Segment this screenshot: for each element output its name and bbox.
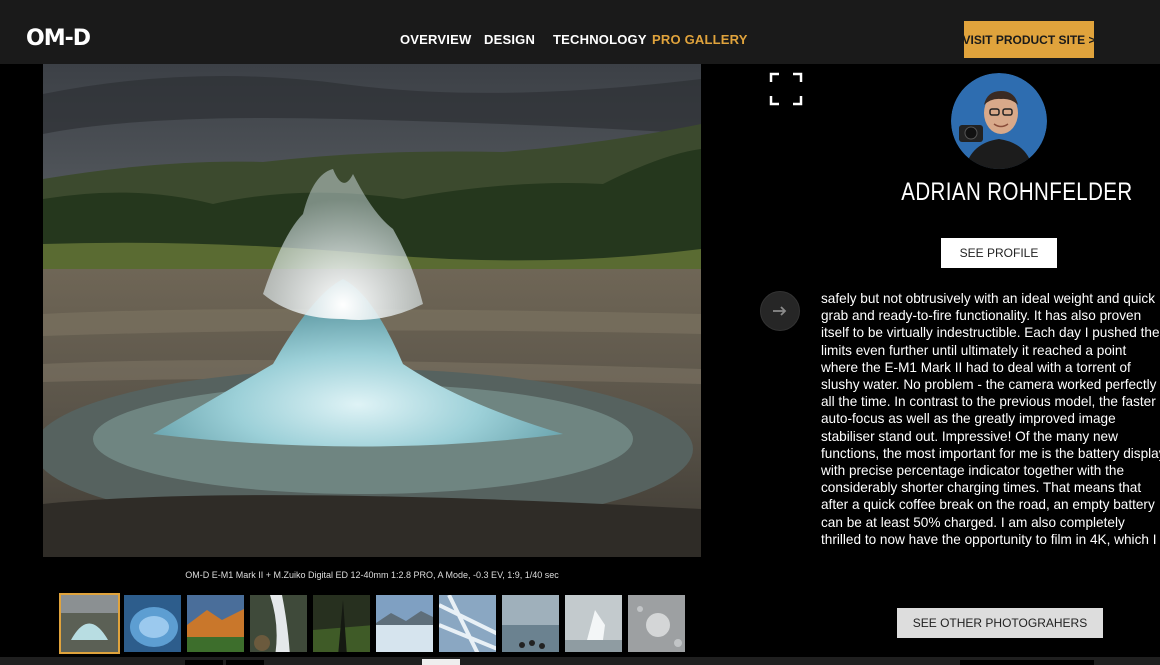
thumbnail[interactable] [437, 593, 498, 654]
top-navigation-bar: OM-D OVERVIEW DESIGN TECHNOLOGY PRO GALL… [0, 0, 1160, 64]
thumbnail[interactable] [248, 593, 309, 654]
nav-overview[interactable]: OVERVIEW [400, 32, 471, 47]
see-other-photographers-button[interactable]: SEE OTHER PHOTOGRAHERS [897, 608, 1103, 638]
main-gallery-photo[interactable] [43, 64, 701, 557]
bottom-tab[interactable] [226, 660, 264, 665]
nav-pro-gallery[interactable]: PRO GALLERY [652, 32, 748, 47]
see-profile-button[interactable]: SEE PROFILE [941, 238, 1057, 268]
photographer-name: ADRIAN ROHNFELDER [901, 178, 1133, 206]
fullscreen-icon[interactable] [769, 72, 803, 106]
arrow-right-icon[interactable] [760, 291, 800, 331]
visit-product-site-button[interactable]: VISIT PRODUCT SITE > [962, 21, 1096, 58]
thumbnail[interactable] [59, 593, 120, 654]
thumbnail[interactable] [563, 593, 624, 654]
thumbnail[interactable] [311, 593, 372, 654]
bottom-tab[interactable] [960, 660, 1094, 665]
bottom-bar [0, 657, 1160, 665]
thumbnail-strip [59, 593, 687, 654]
bottom-indicator [422, 659, 460, 665]
thumbnail[interactable] [500, 593, 561, 654]
geyser-photo [43, 64, 701, 557]
thumbnail[interactable] [122, 593, 183, 654]
avatar [951, 73, 1047, 169]
thumbnail[interactable] [626, 593, 687, 654]
nav-technology[interactable]: TECHNOLOGY [553, 32, 647, 47]
nav-design[interactable]: DESIGN [484, 32, 535, 47]
thumbnail[interactable] [185, 593, 246, 654]
thumbnail[interactable] [374, 593, 435, 654]
bottom-tab[interactable] [185, 660, 223, 665]
photo-caption: OM-D E-M1 Mark II + M.Zuiko Digital ED 1… [185, 570, 559, 580]
photographer-bio: safely but not obtrusively with an ideal… [821, 291, 1160, 547]
